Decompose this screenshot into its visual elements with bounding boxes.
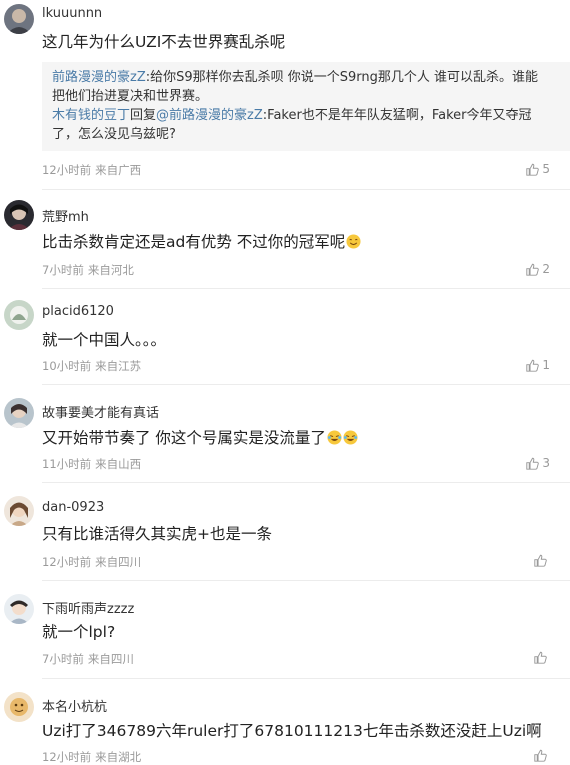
thumbs-up-icon (534, 651, 547, 664)
reply-text: Faker也不是年年队友猛啊，Faker今年又夺冠 (267, 108, 532, 123)
like-button[interactable] (534, 554, 550, 567)
username[interactable]: dan-0923 (42, 500, 104, 515)
thumbs-up-icon (534, 749, 547, 762)
username[interactable]: placid6120 (42, 304, 114, 319)
laugh-cry-emoji-icon (343, 430, 358, 445)
comment-text: Uzi打了346789六年ruler打了67810111213七年击杀数还没赶上… (42, 722, 542, 740)
like-button[interactable]: 5 (526, 162, 550, 176)
avatar[interactable] (4, 496, 34, 526)
comment-text: 就一个lpl? (42, 623, 116, 641)
divider (42, 189, 570, 190)
reply-text-continued: 了，怎么没见乌兹呢? (52, 127, 176, 142)
thumbs-up-icon (526, 163, 540, 176)
like-count: 3 (542, 456, 550, 470)
like-count: 1 (542, 358, 550, 372)
timestamp: 11小时前 (42, 457, 92, 471)
comment-meta: 12小时前 来自广西 (42, 162, 141, 178)
timestamp: 12小时前 (42, 555, 92, 569)
thumbs-up-icon (526, 359, 540, 372)
reply-username[interactable]: 木有钱的豆丁 (52, 108, 130, 123)
comment-meta: 7小时前 来自河北 (42, 262, 134, 278)
avatar[interactable] (4, 4, 34, 34)
reply-item: 木有钱的豆丁回复@前路漫漫的豪zZ:Faker也不是年年队友猛啊，Faker今年… (52, 106, 560, 125)
smile-emoji-icon (346, 234, 361, 249)
thumbs-up-icon (526, 263, 540, 276)
divider (42, 288, 570, 289)
comment-meta: 11小时前 来自山西 (42, 456, 141, 472)
timestamp: 7小时前 (42, 652, 84, 666)
like-count: 5 (542, 162, 550, 176)
divider (42, 678, 570, 679)
like-count: 2 (542, 262, 550, 276)
avatar[interactable] (4, 398, 34, 428)
like-button[interactable]: 1 (526, 358, 550, 372)
location: 来自山西 (95, 457, 142, 471)
comment-text: 比击杀数肯定还是ad有优势 不过你的冠军呢 (42, 232, 556, 252)
comment-text: 这几年为什么UZI不去世界赛乱杀呢 (42, 33, 286, 51)
like-button[interactable] (534, 749, 550, 762)
comment-meta: 7小时前 来自四川 (42, 651, 134, 667)
comment-meta: 12小时前 来自湖北 (42, 749, 141, 765)
location: 来自河北 (87, 263, 134, 277)
reply-mention[interactable]: @前路漫漫的豪zZ (156, 108, 263, 123)
location: 来自江苏 (95, 359, 142, 373)
reply-item: 前路漫漫的豪zZ:给你S9那样你去乱杀呗 你说一个S9rng那几个人 谁可以乱杀… (52, 68, 560, 87)
comment-meta: 10小时前 来自江苏 (42, 358, 141, 374)
reply-label: 回复 (130, 108, 157, 123)
comment-text: 就一个中国人。。。 (42, 331, 167, 349)
reply-username[interactable]: 前路漫漫的豪zZ (52, 70, 146, 85)
like-button[interactable] (534, 651, 550, 664)
like-button[interactable]: 3 (526, 456, 550, 470)
location: 来自湖北 (95, 750, 142, 764)
divider (42, 384, 570, 385)
username[interactable]: 本名小杭杭 (42, 696, 107, 715)
reply-text-continued: 把他们抬进夏决和世界赛。 (52, 89, 209, 104)
timestamp: 10小时前 (42, 359, 92, 373)
avatar[interactable] (4, 692, 34, 722)
timestamp: 12小时前 (42, 163, 92, 177)
reply-text: 给你S9那样你去乱杀呗 你说一个S9rng那几个人 谁可以乱杀。谁能 (150, 70, 539, 85)
thumbs-up-icon (534, 554, 547, 567)
location: 来自四川 (95, 555, 142, 569)
comment-text-body: 比击杀数肯定还是ad有优势 不过你的冠军呢 (42, 233, 346, 251)
timestamp: 12小时前 (42, 750, 92, 764)
avatar[interactable] (4, 594, 34, 624)
comment-meta: 12小时前 来自四川 (42, 554, 141, 570)
avatar[interactable] (4, 300, 34, 330)
avatar[interactable] (4, 200, 34, 230)
divider (42, 482, 570, 483)
thumbs-up-icon (526, 457, 540, 470)
divider (42, 580, 570, 581)
location: 来自四川 (87, 652, 134, 666)
location: 来自广西 (95, 163, 142, 177)
comment-text: 只有比谁活得久其实虎+也是一条 (42, 525, 272, 543)
reply-preview[interactable]: 前路漫漫的豪zZ:给你S9那样你去乱杀呗 你说一个S9rng那几个人 谁可以乱杀… (42, 62, 570, 151)
like-button[interactable]: 2 (526, 262, 550, 276)
username[interactable]: lkuuunnn (42, 6, 102, 21)
username[interactable]: 荒野mh (42, 206, 89, 225)
username[interactable]: 故事要美才能有真话 (42, 402, 159, 421)
comment-text-body: 又开始带节奏了 你这个号属实是没流量了 (42, 429, 326, 447)
timestamp: 7小时前 (42, 263, 84, 277)
laugh-cry-emoji-icon (327, 430, 342, 445)
username[interactable]: 下雨听雨声zzzz (42, 598, 134, 617)
comment-text: 又开始带节奏了 你这个号属实是没流量了 (42, 428, 556, 448)
